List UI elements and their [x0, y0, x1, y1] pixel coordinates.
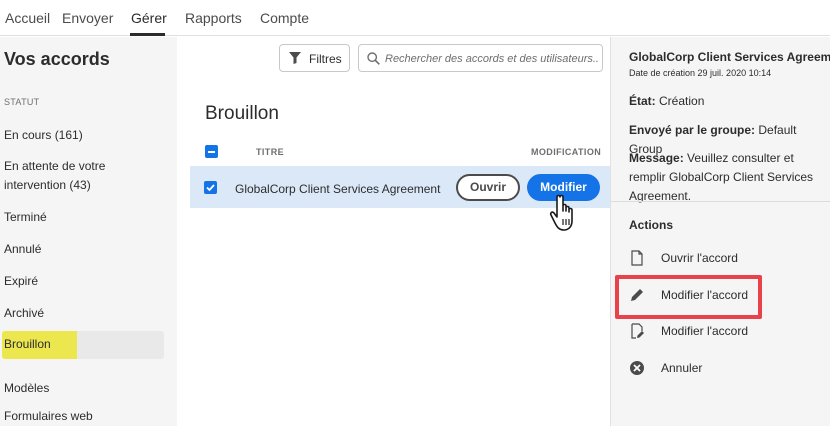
table-row[interactable]: GlobalCorp Client Services Agreement Ouv… — [190, 166, 610, 208]
status-sidebar: Vos accords STATUT En cours (161) En att… — [0, 37, 177, 426]
action-label: Annuler — [661, 361, 703, 375]
sidebar-item-en-cours[interactable]: En cours (161) — [4, 126, 83, 145]
divider — [611, 201, 830, 202]
sidebar-item-annule[interactable]: Annulé — [4, 240, 41, 259]
sidebar-item-modeles[interactable]: Modèles — [4, 379, 49, 398]
details-panel: GlobalCorp Client Services Agreement Dat… — [610, 37, 830, 426]
cancel-circle-icon — [630, 361, 644, 375]
open-button[interactable]: Ouvrir — [456, 174, 520, 201]
search-input[interactable] — [385, 50, 599, 68]
filters-button[interactable]: Filtres — [279, 44, 350, 72]
select-all-checkbox[interactable] — [205, 145, 218, 158]
sent-by-label: Envoyé par le groupe: — [629, 123, 756, 137]
actions-title: Actions — [629, 218, 674, 232]
state-value: Création — [659, 94, 705, 108]
sidebar-item-brouillon[interactable]: Brouillon — [2, 331, 164, 359]
search-box[interactable] — [358, 44, 603, 72]
details-agreement-title: GlobalCorp Client Services Agreement — [629, 50, 830, 64]
sidebar-item-archive[interactable]: Archivé — [4, 304, 44, 323]
hand-cursor-icon — [549, 194, 573, 231]
tab-accueil[interactable]: Accueil — [5, 10, 50, 26]
filters-label: Filtres — [309, 52, 342, 66]
action-cancel[interactable]: Annuler — [629, 359, 829, 379]
sidebar-item-formulaires-web[interactable]: Formulaires web — [4, 407, 93, 426]
document-icon — [631, 250, 643, 266]
top-navigation: Accueil Envoyer Gérer Rapports Compte — [0, 0, 830, 36]
column-header-modification[interactable]: MODIFICATION — [531, 147, 601, 157]
action-label: Modifier l'accord — [661, 324, 748, 338]
callout-highlight-box — [615, 275, 762, 319]
message-field: Message: Veuillez consulter et remplir G… — [629, 149, 829, 206]
sidebar-item-en-attente[interactable]: En attente de votre intervention (43) — [4, 157, 134, 195]
action-label: Ouvrir l'accord — [661, 251, 738, 265]
active-tab-indicator — [130, 33, 165, 36]
sidebar-item-label: Brouillon — [4, 337, 51, 351]
list-title: Brouillon — [205, 103, 279, 124]
action-edit-agreement-document[interactable]: Modifier l'accord — [629, 322, 829, 342]
agreement-name: GlobalCorp Client Services Agreement — [235, 182, 441, 196]
action-open-agreement[interactable]: Ouvrir l'accord — [629, 249, 829, 269]
row-checkbox[interactable] — [204, 181, 217, 194]
tab-compte[interactable]: Compte — [260, 10, 309, 26]
tab-gerer[interactable]: Gérer — [131, 10, 167, 26]
column-header-title[interactable]: TITRE — [256, 147, 284, 157]
status-section-header: STATUT — [4, 97, 40, 107]
creation-date: Date de création 29 juil. 2020 10:14 — [629, 68, 772, 78]
state-field: État: Création — [629, 92, 829, 111]
search-icon — [367, 52, 380, 65]
sidebar-item-expire[interactable]: Expiré — [4, 272, 38, 291]
tab-rapports[interactable]: Rapports — [185, 10, 242, 26]
filter-icon — [289, 52, 301, 64]
tab-envoyer[interactable]: Envoyer — [62, 10, 113, 26]
document-edit-icon — [631, 323, 644, 339]
sidebar-item-termine[interactable]: Terminé — [4, 208, 47, 227]
checkmark-icon — [206, 184, 215, 192]
page-title: Vos accords — [4, 49, 110, 69]
state-label: État: — [629, 94, 656, 108]
message-label: Message: — [629, 151, 684, 165]
